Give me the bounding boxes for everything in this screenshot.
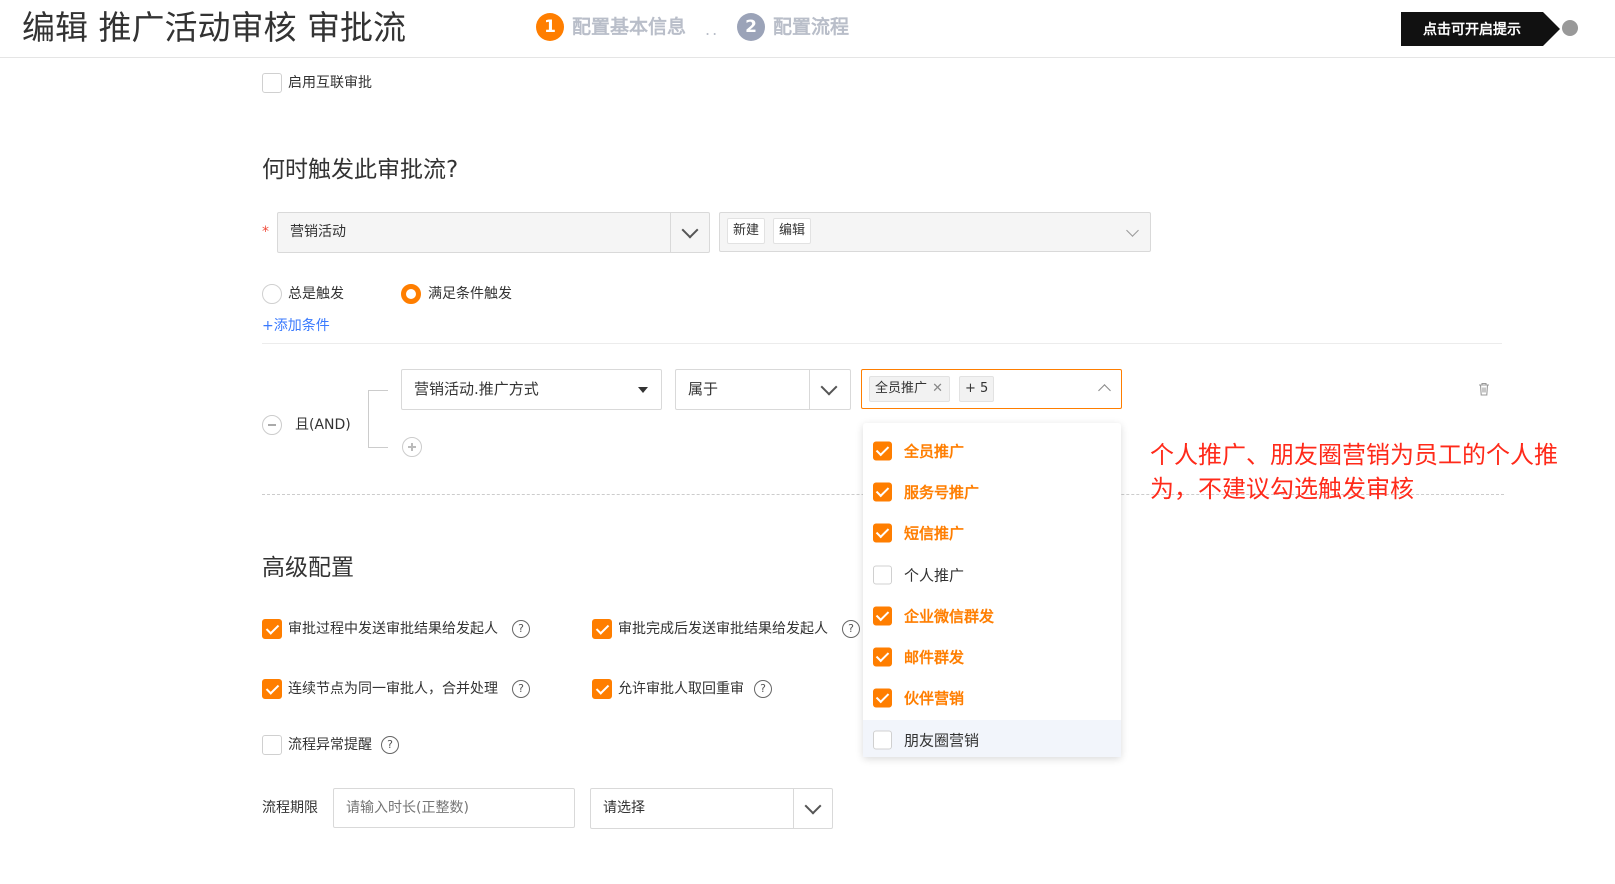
tag-close-icon[interactable]: ✕: [932, 377, 943, 401]
option-checkbox[interactable]: [873, 606, 892, 626]
option-checkbox[interactable]: [873, 688, 892, 708]
advanced-option-label: 允许审批人取回重审: [618, 681, 744, 697]
enable-hint-button[interactable]: 点击可开启提示: [1401, 12, 1543, 46]
condition-operator-value: 属于: [688, 380, 719, 398]
advanced-option-label: 审批完成后发送审批结果给发起人: [618, 621, 828, 637]
action-tag-new: 新建: [727, 218, 766, 244]
help-icon[interactable]: ?: [381, 736, 399, 754]
add-sub-condition-icon[interactable]: [402, 437, 422, 457]
select-divider: [809, 370, 810, 409]
deadline-label: 流程期限: [262, 800, 318, 816]
value-more-tag: + 5: [959, 376, 995, 402]
dropdown-option[interactable]: 个人推广: [863, 555, 1121, 596]
advanced-option-checkbox[interactable]: [262, 735, 282, 755]
object-select[interactable]: 营销活动: [277, 212, 710, 253]
deadline-unit-value: 请选择: [603, 800, 645, 816]
dropdown-option[interactable]: 伙伴营销: [863, 678, 1121, 719]
option-label: 全员推广: [904, 442, 965, 461]
advanced-section-title: 高级配置: [262, 555, 354, 581]
radio-condition-label: 满足条件触发: [428, 286, 512, 302]
step-1-label[interactable]: 配置基本信息: [572, 13, 686, 41]
advanced-option-label: 流程异常提醒: [288, 737, 372, 753]
annotation-line-1: 个人推广、朋友圈营销为员工的个人推: [1150, 441, 1558, 469]
condition-field-value: 营销活动.推广方式: [414, 380, 539, 398]
help-icon[interactable]: ?: [754, 680, 772, 698]
logic-bracket: [368, 390, 388, 448]
caret-down-icon[interactable]: [638, 387, 648, 393]
option-label: 服务号推广: [904, 483, 980, 502]
dropdown-option[interactable]: 朋友圈营销: [863, 720, 1121, 757]
value-tag: 全员推广 ✕: [869, 376, 951, 402]
option-checkbox[interactable]: [873, 441, 892, 461]
select-divider: [670, 213, 671, 252]
option-label: 邮件群发: [904, 648, 965, 667]
advanced-option-label: 审批过程中发送审批结果给发起人: [288, 621, 498, 637]
advanced-option-label: 连续节点为同一审批人，合并处理: [288, 681, 498, 697]
option-label: 朋友圈营销: [904, 731, 980, 750]
step-separator: ..: [705, 20, 720, 39]
condition-field-select[interactable]: 营销活动.推广方式: [401, 369, 662, 410]
option-label: 个人推广: [904, 566, 965, 585]
option-checkbox[interactable]: [873, 482, 892, 502]
chevron-down-icon[interactable]: [804, 797, 822, 815]
hint-toggle-knob[interactable]: [1562, 20, 1578, 36]
required-mark: *: [262, 224, 269, 240]
help-icon[interactable]: ?: [842, 620, 860, 638]
select-divider: [793, 789, 794, 828]
trigger-section-title: 何时触发此审批流?: [262, 157, 459, 183]
action-multiselect[interactable]: 新建 编辑: [719, 212, 1151, 252]
dropdown-option[interactable]: 服务号推广: [863, 472, 1121, 513]
condition-operator-select[interactable]: 属于: [675, 369, 851, 410]
section-divider: [262, 343, 1502, 344]
dropdown-option[interactable]: 邮件群发: [863, 637, 1121, 678]
step-1-number[interactable]: 1: [536, 13, 564, 41]
chevron-up-icon[interactable]: [1098, 384, 1111, 397]
interconnect-label: 启用互联审批: [288, 75, 372, 91]
advanced-option-checkbox[interactable]: [592, 619, 612, 639]
dropdown-option[interactable]: 全员推广: [863, 431, 1121, 472]
option-checkbox[interactable]: [873, 730, 892, 750]
radio-always-label: 总是触发: [288, 286, 344, 302]
chevron-down-icon[interactable]: [820, 378, 838, 396]
value-dropdown-panel: 全员推广 服务号推广 短信推广 个人推广 企业微信群发 邮件群发 伙伴营销 朋友…: [863, 423, 1121, 757]
radio-always-trigger[interactable]: [262, 284, 282, 304]
annotation-line-2: 为，不建议勾选触发审核: [1150, 475, 1414, 503]
advanced-option-checkbox[interactable]: [262, 619, 282, 639]
option-checkbox[interactable]: [873, 647, 892, 667]
page-title: 编辑 推广活动审核 审批流: [22, 8, 406, 47]
interconnect-checkbox[interactable]: [262, 73, 282, 93]
help-icon[interactable]: ?: [512, 680, 530, 698]
value-tag-label: 全员推广: [875, 381, 928, 396]
hint-button-arrow: [1543, 12, 1560, 46]
chevron-down-icon[interactable]: [1126, 224, 1139, 237]
step-2-label[interactable]: 配置流程: [773, 13, 849, 41]
option-label: 伙伴营销: [904, 689, 965, 708]
option-checkbox[interactable]: [873, 565, 892, 585]
condition-value-multiselect[interactable]: 全员推广 ✕ + 5: [861, 369, 1122, 409]
delete-condition-icon[interactable]: [1478, 381, 1490, 396]
radio-condition-trigger[interactable]: [401, 284, 421, 304]
add-condition-link[interactable]: +添加条件: [262, 316, 330, 336]
dropdown-option[interactable]: 短信推广: [863, 513, 1121, 554]
chevron-down-icon[interactable]: [681, 221, 699, 239]
object-select-value: 营销活动: [290, 224, 346, 240]
advanced-option-checkbox[interactable]: [262, 679, 282, 699]
action-tag-edit: 编辑: [773, 218, 812, 244]
help-icon[interactable]: ?: [512, 620, 530, 638]
advanced-option-checkbox[interactable]: [592, 679, 612, 699]
step-2-number[interactable]: 2: [737, 13, 765, 41]
option-checkbox[interactable]: [873, 523, 892, 543]
remove-group-icon[interactable]: [262, 415, 282, 435]
dropdown-option[interactable]: 企业微信群发: [863, 596, 1121, 637]
option-label: 企业微信群发: [904, 607, 995, 626]
option-label: 短信推广: [904, 524, 965, 543]
deadline-unit-select[interactable]: 请选择: [590, 788, 833, 829]
logic-and-label: 且(AND): [295, 417, 351, 433]
deadline-input[interactable]: [333, 788, 575, 828]
